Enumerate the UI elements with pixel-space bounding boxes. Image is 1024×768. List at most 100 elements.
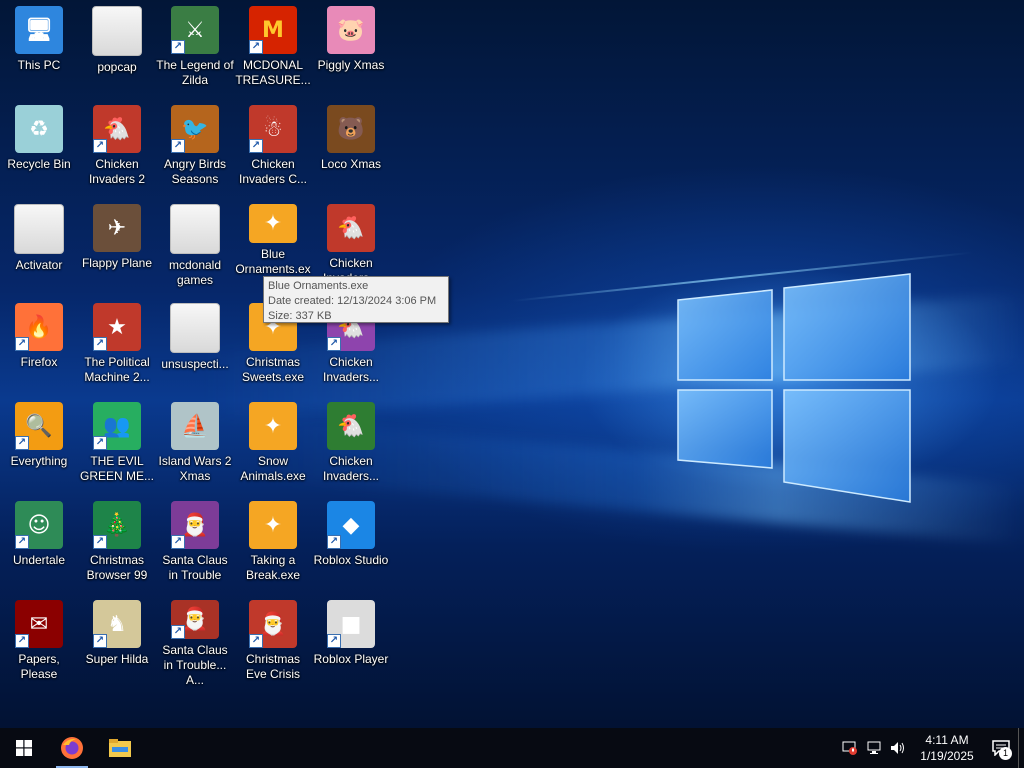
desktop-icon-label: Activator xyxy=(15,258,63,272)
tree-icon: 🎄 ↗ xyxy=(93,501,141,549)
search-everything-icon: 🔍 ↗ xyxy=(15,402,63,450)
folder-icon xyxy=(92,6,142,56)
computer-icon: 🖥 xyxy=(15,6,63,54)
papers-please-icon: ✉ ↗ xyxy=(15,600,63,648)
chicken-santa-icon: 🐔 xyxy=(327,204,375,252)
desktop-icon-label: Super Hilda xyxy=(85,652,149,666)
desktop-icon[interactable]: 🖥 This PC xyxy=(0,0,78,94)
break-exe-icon: ✦ xyxy=(249,501,297,549)
network-warning-icon[interactable] xyxy=(838,728,862,768)
desktop-icon[interactable]: 🎅 ↗ Santa Claus in Trouble xyxy=(156,495,234,589)
desktop-icon[interactable]: 🎄 ↗ Christmas Browser 99 xyxy=(78,495,156,589)
shortcut-arrow-icon: ↗ xyxy=(327,535,341,549)
desktop-icon-label: Everything xyxy=(10,454,68,468)
clock-date: 1/19/2025 xyxy=(920,749,974,763)
shortcut-arrow-icon: ↗ xyxy=(249,634,263,648)
desktop-icon-label: Undertale xyxy=(12,553,66,567)
desktop-icon[interactable]: ⛵ Island Wars 2 Xmas xyxy=(156,396,234,490)
desktop-icon[interactable]: ♞ ↗ Super Hilda xyxy=(78,594,156,688)
clock[interactable]: 4:11 AM 1/19/2025 xyxy=(910,732,984,764)
file-tooltip: Blue Ornaments.exe Date created: 12/13/2… xyxy=(263,276,449,323)
action-center-button[interactable]: 1 xyxy=(984,728,1018,768)
tooltip-filename: Blue Ornaments.exe xyxy=(268,280,369,292)
shortcut-arrow-icon: ↗ xyxy=(327,634,341,648)
desktop-icon[interactable]: Activator xyxy=(0,198,78,292)
taskbar-firefox-button[interactable] xyxy=(48,728,96,768)
desktop[interactable]: 🖥 This PC popcap ⚔ ↗ The Legend of Zilda M ↗ MCD… xyxy=(0,0,1024,728)
shortcut-arrow-icon: ↗ xyxy=(171,535,185,549)
file-explorer-icon xyxy=(109,739,131,757)
desktop-icon[interactable]: 🔍 ↗ Everything xyxy=(0,396,78,490)
desktop-icon-label: Recycle Bin xyxy=(7,157,71,171)
start-button[interactable] xyxy=(0,728,48,768)
taskbar: 4:11 AM 1/19/2025 1 xyxy=(0,728,1024,768)
firefox-icon xyxy=(61,737,83,759)
shortcut-arrow-icon: ↗ xyxy=(93,139,107,153)
desktop-icon-label: Loco Xmas xyxy=(320,157,382,171)
messenger-icon: 👥 ↗ xyxy=(93,402,141,450)
desktop-icon[interactable]: 🐔 Chicken Invaders... xyxy=(312,396,390,490)
desktop-icon-label: Taking a Break.exe xyxy=(245,553,301,582)
desktop-icon[interactable]: unsuspecti... xyxy=(156,297,234,391)
desktop-icon-label: Chicken Invaders... xyxy=(322,355,380,384)
desktop-icon[interactable]: ◆ ↗ Roblox Studio xyxy=(312,495,390,589)
desktop-icon[interactable]: ✉ ↗ Papers, Please xyxy=(0,594,78,688)
shortcut-arrow-icon: ↗ xyxy=(249,40,263,54)
plane-icon: ✈ xyxy=(93,204,141,252)
santa-icon: 🎅 ↗ xyxy=(171,600,219,639)
desktop-icon[interactable]: ⚔ ↗ The Legend of Zilda xyxy=(156,0,234,94)
volume-icon[interactable] xyxy=(886,728,910,768)
island-icon: ⛵ xyxy=(171,402,219,450)
desktop-icon[interactable]: ✈ Flappy Plane xyxy=(78,198,156,292)
desktop-icon[interactable]: 👥 ↗ THE EVIL GREEN ME... xyxy=(78,396,156,490)
desktop-icon[interactable]: 🎅 ↗ Christmas Eve Crisis xyxy=(234,594,312,688)
desktop-icon-label: Angry Birds Seasons xyxy=(163,157,227,186)
desktop-icon[interactable]: ★ ↗ The Political Machine 2... xyxy=(78,297,156,391)
windows-logo-icon xyxy=(16,740,32,756)
shortcut-arrow-icon: ↗ xyxy=(15,535,29,549)
pig-icon: 🐷 xyxy=(327,6,375,54)
desktop-icon-label: Roblox Studio xyxy=(313,553,389,567)
chicken-snowman-icon: ☃ ↗ xyxy=(249,105,297,153)
desktop-icon[interactable]: ✦ Snow Animals.exe xyxy=(234,396,312,490)
shortcut-arrow-icon: ↗ xyxy=(171,139,185,153)
desktop-icon-label: Santa Claus in Trouble... A... xyxy=(162,643,228,687)
desktop-icon-label: Christmas Sweets.exe xyxy=(241,355,305,384)
desktop-icon[interactable]: popcap xyxy=(78,0,156,94)
shortcut-arrow-icon: ↗ xyxy=(249,139,263,153)
desktop-icon[interactable]: ☺ ↗ Undertale xyxy=(0,495,78,589)
desktop-icon[interactable]: ♻ Recycle Bin xyxy=(0,99,78,193)
desktop-icon[interactable]: mcdonald games xyxy=(156,198,234,292)
chicken-icon: 🐔 ↗ xyxy=(93,105,141,153)
ornament-exe-icon: ✦ xyxy=(249,204,297,243)
desktop-icon[interactable]: 🐻 Loco Xmas xyxy=(312,99,390,193)
desktop-icon[interactable]: 🎅 ↗ Santa Claus in Trouble... A... xyxy=(156,594,234,688)
system-tray: 4:11 AM 1/19/2025 1 xyxy=(838,728,1024,768)
santa-icon: 🎅 ↗ xyxy=(171,501,219,549)
desktop-icon[interactable]: 🐦 ↗ Angry Birds Seasons xyxy=(156,99,234,193)
desktop-icon[interactable]: 🐷 Piggly Xmas xyxy=(312,0,390,94)
desktop-icon[interactable]: M ↗ MCDONAL TREASURE... xyxy=(234,0,312,94)
desktop-icon-label: Chicken Invaders 2 xyxy=(88,157,146,186)
desktop-icon[interactable]: ✦ Taking a Break.exe xyxy=(234,495,312,589)
desktop-icon-label: This PC xyxy=(17,58,61,72)
desktop-icon[interactable]: ☃ ↗ Chicken Invaders C... xyxy=(234,99,312,193)
desktop-icon[interactable]: 🔥 ↗ Firefox xyxy=(0,297,78,391)
desktop-icon-label: MCDONAL TREASURE... xyxy=(235,58,311,87)
taskbar-file-explorer-button[interactable] xyxy=(96,728,144,768)
windows-wallpaper-logo xyxy=(677,273,911,503)
desktop-icon[interactable]: 🐔 ↗ Chicken Invaders 2 xyxy=(78,99,156,193)
tooltip-date-created: Date created: 12/13/2024 3:06 PM xyxy=(268,295,437,307)
desktop-icon-label: Chicken Invaders... xyxy=(322,454,380,483)
network-icon[interactable] xyxy=(862,728,886,768)
desktop-icon-label: Chicken Invaders C... xyxy=(238,157,308,186)
hilda-icon: ♞ ↗ xyxy=(93,600,141,648)
desktop-icon-label: Island Wars 2 Xmas xyxy=(158,454,232,483)
desktop-icon-label: Flappy Plane xyxy=(81,256,153,270)
firefox-icon: 🔥 ↗ xyxy=(15,303,63,351)
shortcut-arrow-icon: ↗ xyxy=(327,337,341,351)
desktop-icon[interactable]: ■ ↗ Roblox Player xyxy=(312,594,390,688)
desktop-icon-label: Papers, Please xyxy=(18,652,60,681)
shortcut-arrow-icon: ↗ xyxy=(171,40,185,54)
show-desktop-button[interactable] xyxy=(1018,728,1024,768)
